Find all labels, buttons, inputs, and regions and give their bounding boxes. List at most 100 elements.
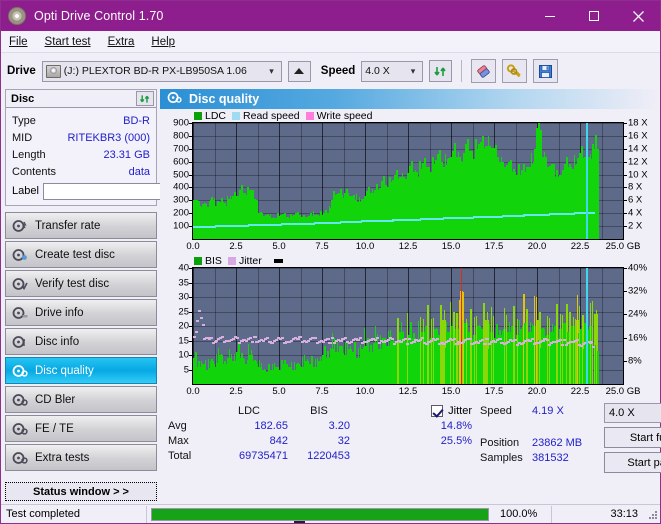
close-icon[interactable] <box>616 1 660 31</box>
disc-mid-label: MID <box>12 131 33 144</box>
jitter-max-value: 25.5% <box>440 434 472 447</box>
charts-panel: LDC Read speed Write speed 100 200 300 400 5… <box>160 109 661 504</box>
sidebar-item-verify-test-disc[interactable]: Verify test disc <box>5 270 157 297</box>
drive-select-value: (J:) PLEXTOR BD-R PX-LB950SA 1.06 <box>63 65 247 77</box>
x-tick-label: 25.0 GB <box>605 241 641 252</box>
disc-length-value: 23.31 GB <box>103 148 150 161</box>
legend-label: Read speed <box>243 109 300 122</box>
y2-tick <box>624 337 627 339</box>
chart-bis-legend: BIS Jitter <box>160 254 658 267</box>
menu-help[interactable]: Help <box>151 36 175 48</box>
chart-line-segment <box>513 338 517 341</box>
chart-line-segment <box>468 338 472 341</box>
sidebar-item-disc-quality[interactable]: Disc quality <box>5 357 157 384</box>
refresh-icon <box>140 94 150 103</box>
chevron-down-icon: ▾ <box>410 65 416 76</box>
menu-file[interactable]: File <box>9 36 28 48</box>
sidebar-item-drive-info[interactable]: Drive info <box>5 299 157 326</box>
start-full-button[interactable]: Start full <box>604 427 661 448</box>
jitter-column: Jitter 14.8% 25.5% <box>362 403 480 475</box>
window-title: Opti Drive Control 1.70 <box>34 9 164 23</box>
disc-drive-icon <box>12 306 28 320</box>
x-tick-label: 0.0 <box>186 386 200 397</box>
sidebar-item-disc-info[interactable]: Disc info <box>5 328 157 355</box>
y-tick-label: 15 <box>178 335 189 346</box>
chart-ldc: LDC Read speed Write speed 100 200 300 400 5… <box>160 109 658 254</box>
disc-label-row: Label <box>12 182 246 200</box>
save-button[interactable] <box>533 59 559 83</box>
sidebar-item-transfer-rate[interactable]: Transfer rate <box>5 212 157 239</box>
resize-grip[interactable] <box>648 508 660 520</box>
status-window-button[interactable]: Status window > > <box>5 482 157 501</box>
sidebar-item-create-test-disc[interactable]: Create test disc <box>5 241 157 268</box>
speed-select[interactable]: 4.0 X ▾ <box>361 60 424 82</box>
menu-start-test[interactable]: Start test <box>45 36 91 48</box>
y-tick-label: 30 <box>178 291 189 303</box>
maximize-icon[interactable] <box>572 1 616 31</box>
chart-line-segment <box>199 316 203 319</box>
sidebar-item-fe-te[interactable]: FE / TE <box>5 415 157 442</box>
eraser-icon <box>477 64 490 78</box>
gridline-horizontal <box>193 297 623 298</box>
disc-icon <box>8 7 26 25</box>
samples-label: Samples <box>480 451 523 464</box>
chart-line-segment <box>313 337 317 340</box>
jitter-checkbox[interactable] <box>431 404 444 417</box>
y2-tick-label: 40% <box>628 262 648 274</box>
gridline-horizontal <box>193 135 623 137</box>
keys-button[interactable] <box>502 59 528 83</box>
sidebar-item-label: Drive info <box>35 306 84 319</box>
minimize-icon[interactable] <box>528 1 572 31</box>
legend-swatch <box>194 256 202 265</box>
test-speed-select[interactable]: 4.0 X ▾ <box>604 403 661 423</box>
stats-panel: LDC BIS Avg 182.65 3.20 Max 842 32 Total… <box>160 399 661 475</box>
sidebar-item-cd-bler[interactable]: CD Bler <box>5 386 157 413</box>
chart-line-segment <box>592 345 595 348</box>
y2-tick <box>624 135 627 137</box>
start-part-button[interactable]: Start part <box>604 452 661 473</box>
chart-line-segment <box>248 336 253 339</box>
drive-select[interactable]: (J:) PLEXTOR BD-R PX-LB950SA 1.06 ▾ <box>41 60 282 82</box>
test-speed-value: 4.0 X <box>609 407 635 419</box>
chart-line-segment <box>545 338 549 341</box>
x-tick-label: 5.0 <box>272 241 286 252</box>
menu-file-label: File <box>9 35 28 48</box>
progress-percent: 100.0% <box>500 508 538 520</box>
y2-tick <box>624 268 627 269</box>
chart-line-segment <box>236 336 240 339</box>
sidebar-item-extra-tests[interactable]: Extra tests <box>5 444 157 471</box>
disc-create-icon <box>12 248 28 262</box>
y2-tick-label: 16 X <box>628 130 648 142</box>
toolbar-divider <box>461 60 463 82</box>
chart-line-segment <box>405 343 410 346</box>
stats-table: LDC BIS Avg 182.65 3.20 Max 842 32 Total… <box>162 403 362 475</box>
eject-button[interactable] <box>287 60 311 523</box>
elapsed-time: 33:13 <box>610 508 638 520</box>
y-tick-label: 100 <box>173 220 189 232</box>
y-tick-label: 400 <box>173 181 189 193</box>
disc-contents-label: Contents <box>12 165 57 178</box>
x-tick-label: 5.0 <box>272 386 286 397</box>
disc-refresh-button[interactable] <box>136 91 154 106</box>
x-tick-label: 17.5 <box>484 241 504 252</box>
drive-icon <box>45 64 61 78</box>
stats-row-label: Avg <box>168 419 187 432</box>
speed-row: Speed 4.19 X <box>480 403 604 418</box>
y2-tick <box>624 314 627 316</box>
eraser-button[interactable] <box>471 59 497 83</box>
chart-line-segment <box>198 310 202 313</box>
menu-extra[interactable]: Extra <box>108 36 135 48</box>
y2-tick <box>624 174 627 176</box>
y2-tick-label: 16% <box>628 332 648 344</box>
refresh-button[interactable] <box>429 60 453 82</box>
y2-tick <box>624 360 627 362</box>
speed-value: 4.19 X <box>532 404 564 417</box>
disc-quality-icon <box>12 364 28 378</box>
legend-label: BIS <box>205 254 222 267</box>
chart-line-segment <box>481 338 485 341</box>
chart-line-segment <box>328 342 332 345</box>
chart-line-segment <box>201 323 205 326</box>
y-tick-label: 300 <box>173 194 189 206</box>
action-buttons: 4.0 X ▾ Start full Start part <box>604 403 661 475</box>
window-controls <box>528 1 660 31</box>
